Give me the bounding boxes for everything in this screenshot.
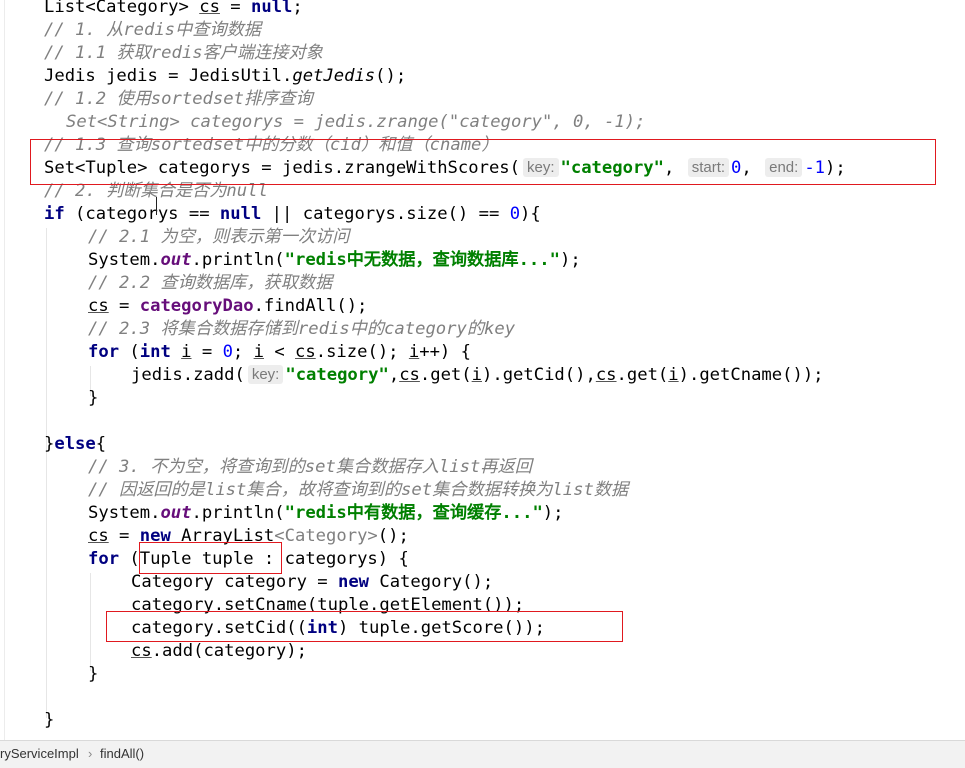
code-line: for (int i = 0; i < cs.size(); i++) { — [88, 342, 471, 362]
code-comment: // 1.2 使用sortedset排序查询 — [44, 89, 313, 109]
indent-guide — [46, 228, 47, 718]
code-line: cs.add(category); — [131, 641, 307, 661]
code-line: System.out.println("redis中无数据，查询数据库...")… — [88, 250, 581, 270]
code-comment: // 3. 不为空，将查询到的set集合数据存入list再返回 — [88, 457, 532, 477]
breadcrumb-class[interactable]: ryServiceImpl — [0, 741, 79, 767]
highlight-box — [106, 611, 623, 642]
code-line: jedis.zadd(key: "category",cs.get(i).getC… — [131, 365, 824, 385]
text-cursor — [156, 197, 157, 215]
code-line: } — [88, 388, 99, 408]
code-line: } — [88, 664, 99, 684]
code-comment: // 2.2 查询数据库，获取数据 — [88, 273, 333, 293]
param-hint: key: — [247, 365, 284, 384]
highlight-box — [30, 139, 936, 185]
highlight-box — [139, 542, 282, 574]
breadcrumb: ryServiceImpl › findAll() — [0, 740, 965, 768]
code-comment: Set<String> categorys = jedis.zrange("ca… — [66, 112, 646, 132]
code-comment: // 因返回的是list集合，故将查询到的set集合数据转换为list数据 — [88, 480, 629, 500]
breadcrumb-separator-icon: › — [88, 746, 93, 761]
code-comment: // 1. 从redis中查询数据 — [44, 20, 261, 40]
code-comment: // 1.1 获取redis客户端连接对象 — [44, 43, 323, 63]
code-line: } — [44, 710, 55, 730]
breadcrumb-method[interactable]: findAll() — [100, 741, 144, 767]
indent-guide — [90, 573, 91, 671]
code-line: List<Category> cs = null; — [44, 0, 303, 17]
code-line: Jedis jedis = JedisUtil.getJedis(); — [44, 66, 407, 86]
gutter-divider — [4, 0, 5, 740]
code-line: Category category = new Category(); — [131, 572, 494, 592]
code-line: cs = categoryDao.findAll(); — [88, 296, 368, 316]
code-line: System.out.println("redis中有数据，查询缓存..."); — [88, 503, 564, 523]
code-line: }else{ — [44, 434, 107, 454]
code-line: if (categorys == null || categorys.size(… — [44, 204, 541, 224]
code-comment: // 2.1 为空，则表示第一次访问 — [88, 227, 350, 247]
code-editor[interactable]: List<Category> cs = null; // 1. 从redis中查… — [0, 0, 965, 740]
code-comment: // 2.3 将集合数据存储到redis中的category的key — [88, 319, 516, 339]
